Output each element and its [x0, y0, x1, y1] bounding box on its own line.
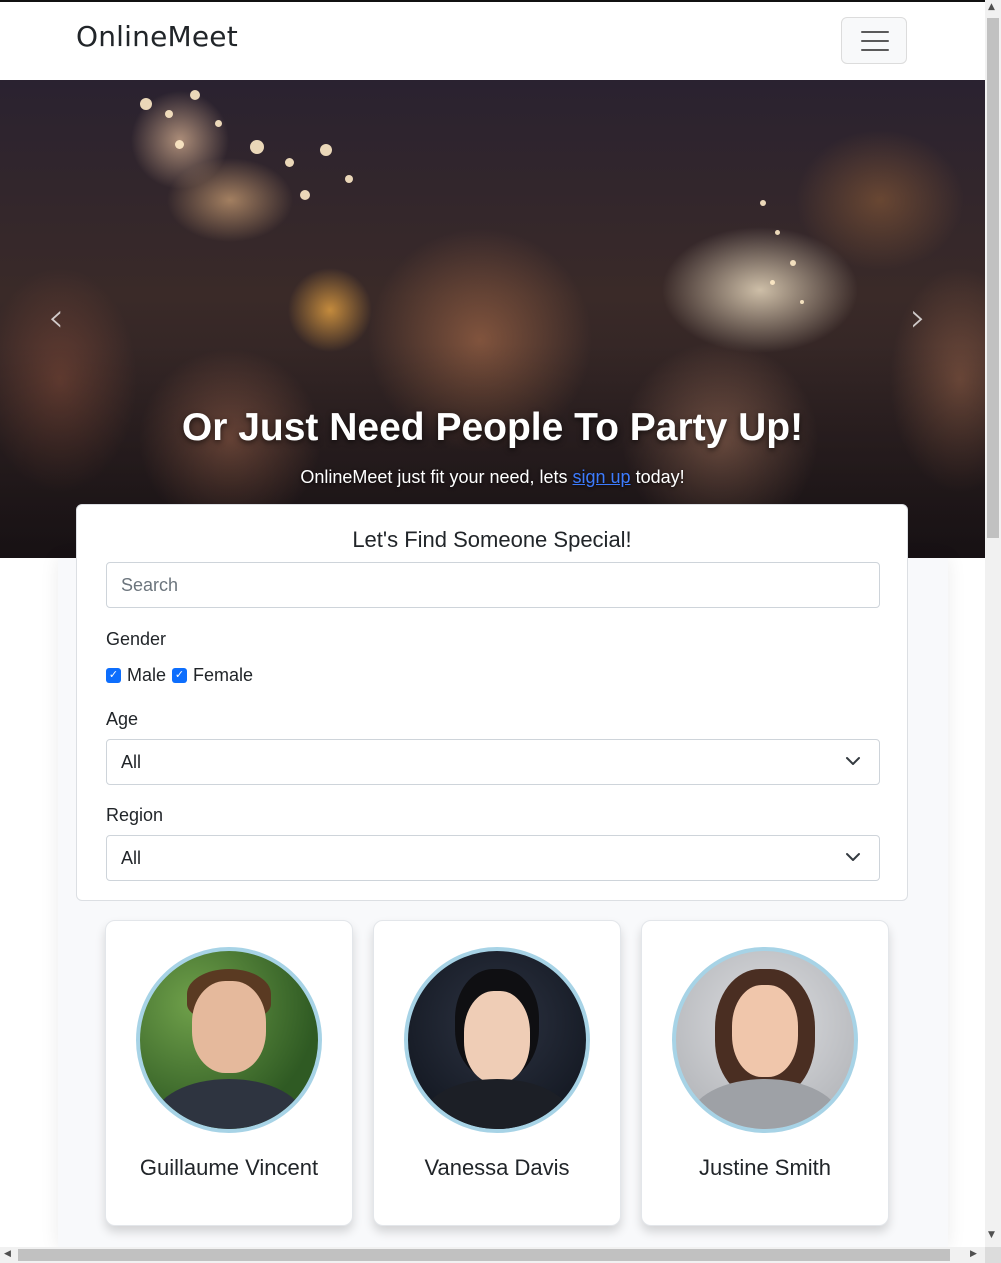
- male-label: Male: [127, 665, 167, 685]
- carousel-prev-button[interactable]: ‹: [48, 295, 64, 341]
- scroll-left-icon[interactable]: ◀: [4, 1249, 11, 1259]
- region-label: Region: [106, 805, 164, 825]
- avatar: [404, 947, 590, 1133]
- avatar: [136, 947, 322, 1133]
- sign-up-link[interactable]: sign up: [573, 467, 631, 487]
- horizontal-scrollbar-thumb[interactable]: [18, 1249, 950, 1261]
- hero-subtitle-text: OnlineMeet just fit your need, lets: [300, 467, 573, 487]
- vertical-scrollbar[interactable]: ▲ ▼: [985, 0, 1001, 1247]
- male-checkbox[interactable]: ✓: [106, 668, 121, 683]
- search-card: Let's Find Someone Special! Gender ✓ Mal…: [76, 504, 908, 901]
- age-select[interactable]: All: [106, 739, 880, 785]
- brand-logo[interactable]: OnlineMeet: [76, 20, 238, 53]
- scroll-down-icon[interactable]: ▼: [988, 1230, 995, 1240]
- scrollbar-corner: [985, 1247, 1001, 1263]
- age-label: Age: [106, 709, 139, 729]
- region-select[interactable]: All: [106, 835, 880, 881]
- chevron-left-icon: ‹: [48, 295, 64, 341]
- profile-card[interactable]: Vanessa Davis: [373, 920, 621, 1226]
- female-label: Female: [193, 665, 254, 685]
- chevron-down-icon: [846, 853, 860, 861]
- profile-name: Justine Smith: [698, 1155, 832, 1180]
- gender-label: Gender: [106, 629, 167, 649]
- female-checkbox[interactable]: ✓: [172, 668, 188, 683]
- hero-title: Or Just Need People To Party Up!: [181, 406, 804, 449]
- profile-card[interactable]: Justine Smith: [641, 920, 889, 1226]
- chevron-right-icon: ›: [910, 295, 926, 341]
- hero-carousel: ‹ › Or Just Need People To Party Up! Onl…: [0, 80, 985, 558]
- profile-name: Guillaume Vincent: [139, 1155, 319, 1180]
- search-input[interactable]: [106, 562, 880, 608]
- navbar: OnlineMeet: [0, 2, 985, 80]
- search-title: Let's Find Someone Special!: [352, 527, 632, 552]
- profile-name: Vanessa Davis: [424, 1155, 570, 1180]
- vertical-scrollbar-thumb[interactable]: [987, 18, 999, 538]
- age-select-value: All: [121, 752, 142, 772]
- navbar-toggle-button[interactable]: [841, 17, 907, 64]
- chevron-down-icon: [846, 757, 860, 765]
- avatar: [672, 947, 858, 1133]
- horizontal-scrollbar[interactable]: ◀ ▶: [0, 1247, 985, 1263]
- gender-options: ✓ Male ✓ Female: [106, 665, 259, 686]
- region-select-value: All: [121, 848, 142, 868]
- carousel-next-button[interactable]: ›: [910, 295, 926, 341]
- profile-card[interactable]: Guillaume Vincent: [105, 920, 353, 1226]
- scroll-up-icon[interactable]: ▲: [988, 2, 995, 12]
- scroll-right-icon[interactable]: ▶: [970, 1249, 977, 1259]
- hero-subtitle: OnlineMeet just fit your need, lets sign…: [0, 467, 985, 488]
- hero-subtitle-end: today!: [630, 467, 685, 487]
